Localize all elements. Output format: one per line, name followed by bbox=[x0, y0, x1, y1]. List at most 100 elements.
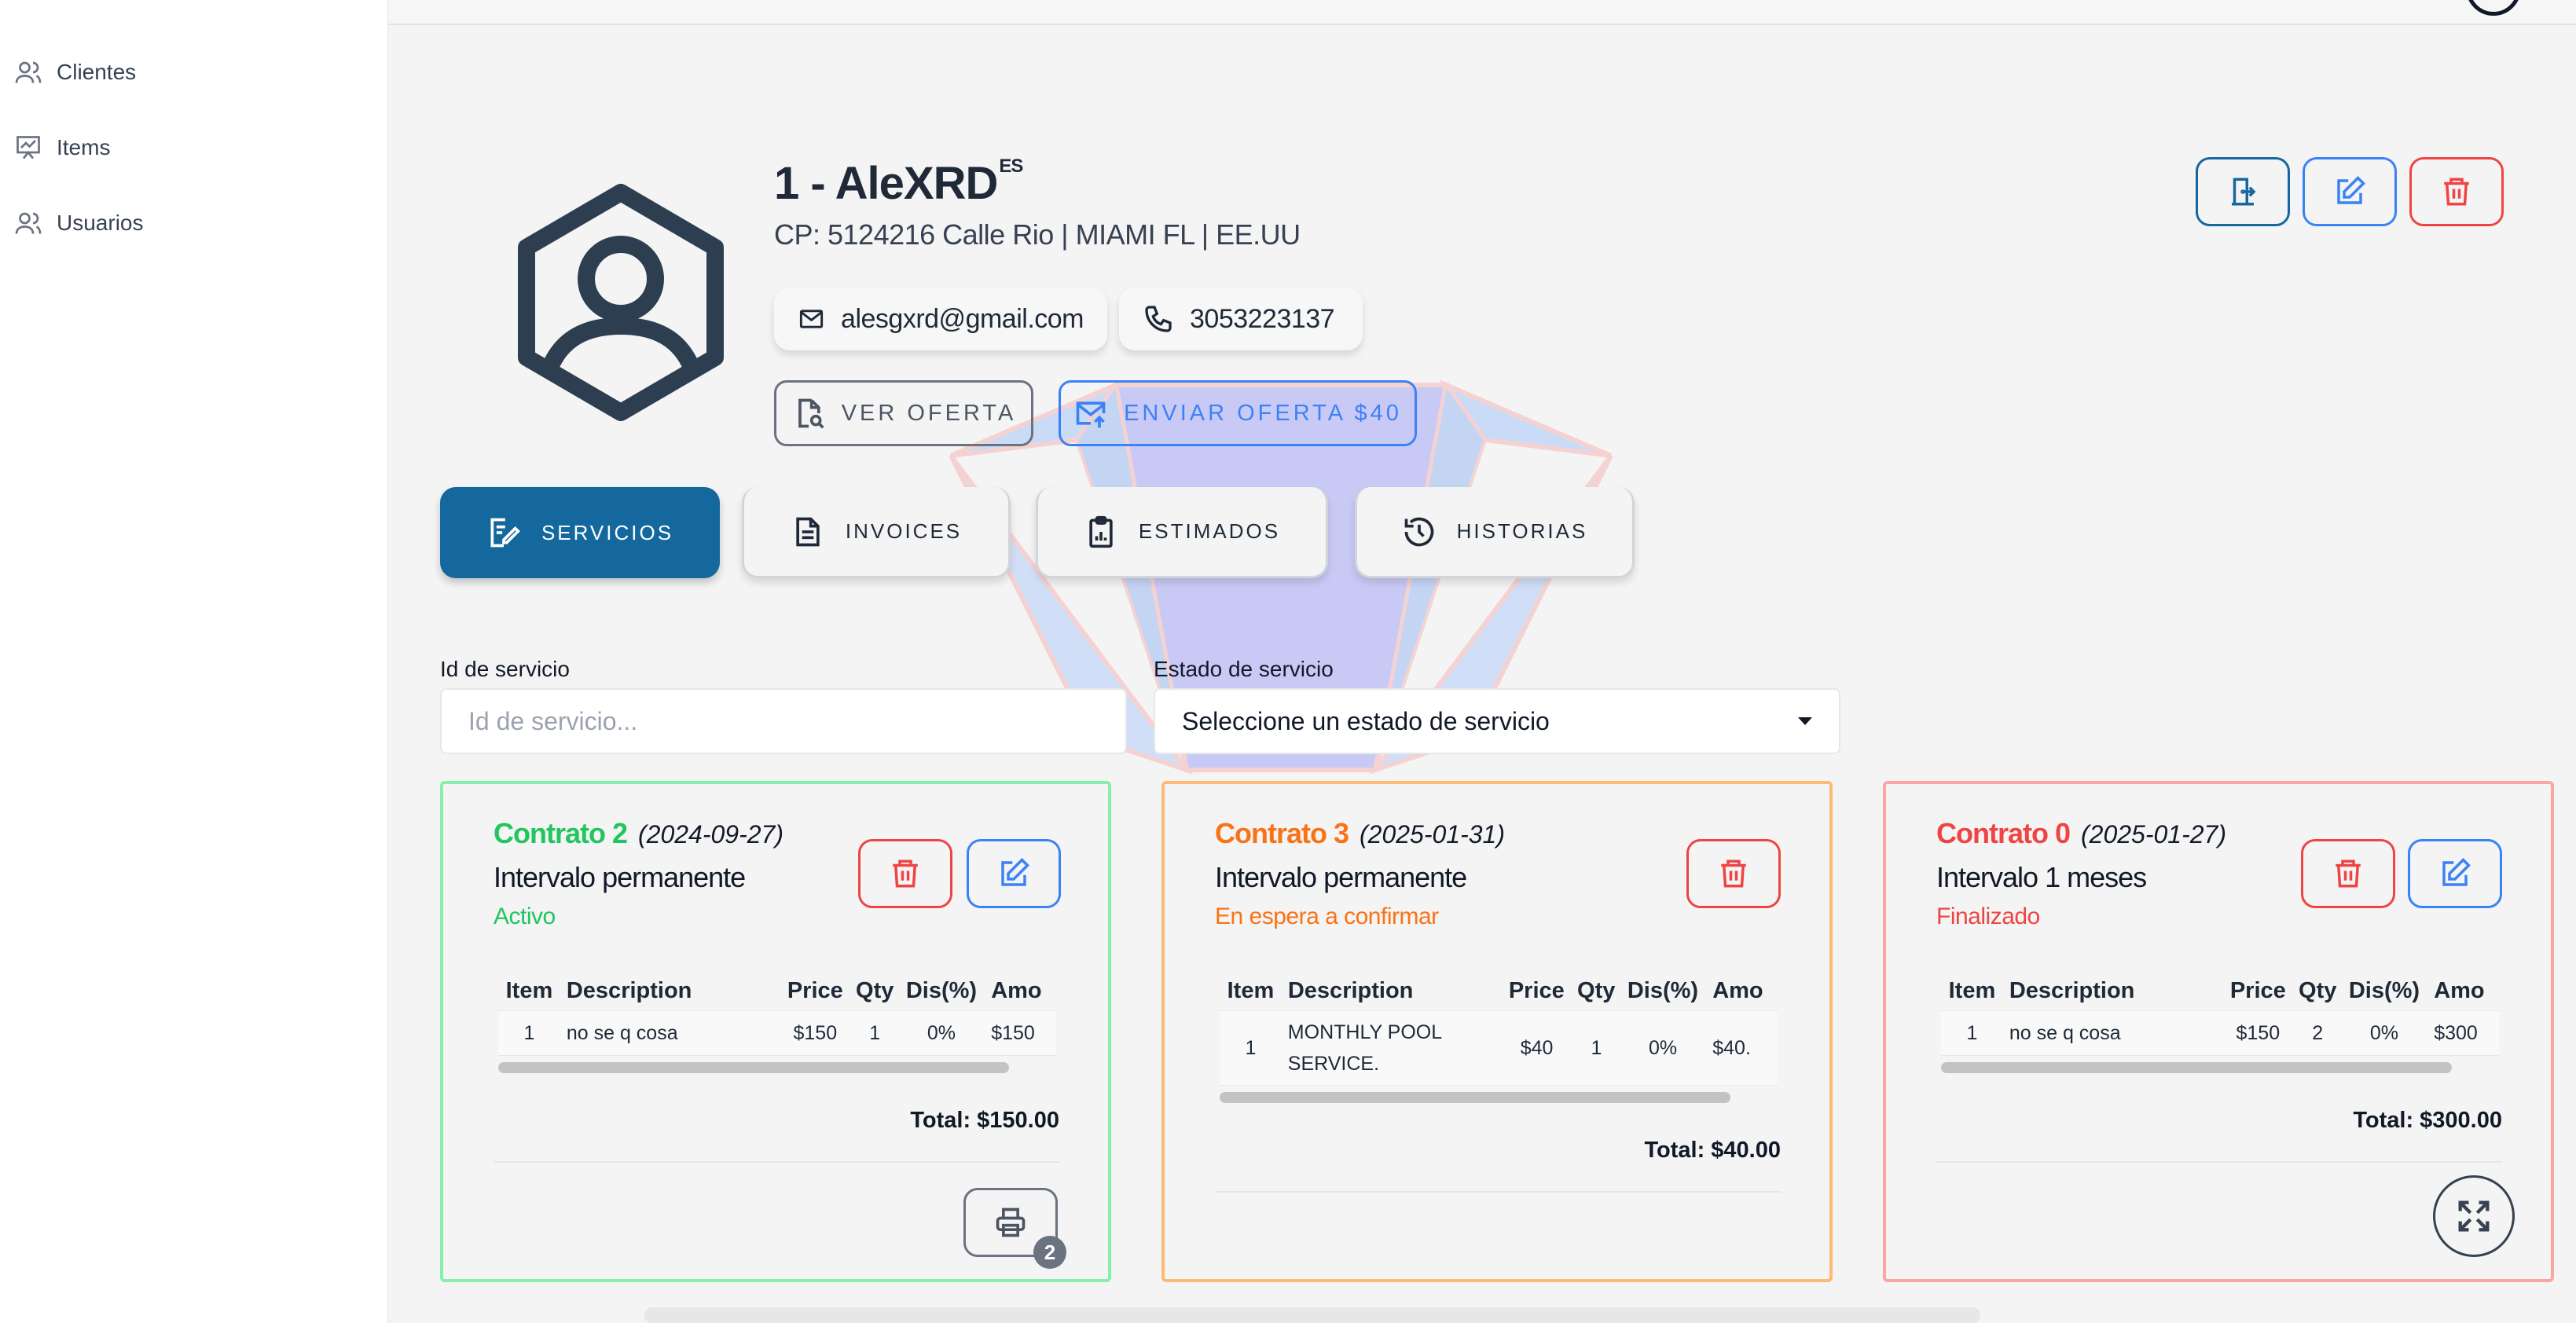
phone-icon bbox=[1145, 306, 1172, 332]
sidebar-item-label: Usuarios bbox=[57, 211, 144, 235]
contract-items-table: Item Description Price Qty Dis(%) Amo 1 … bbox=[498, 971, 1056, 1075]
delete-contract-button[interactable] bbox=[2301, 839, 2395, 908]
table-row: 1 MONTHLY POOL SERVICE. $40 1 0% $40. bbox=[1220, 1010, 1778, 1086]
estado-servicio-select[interactable]: Seleccione un estado de servicio bbox=[1154, 688, 1840, 754]
edit-document-icon bbox=[490, 518, 520, 548]
sidebar-item-items[interactable]: Items bbox=[14, 124, 110, 171]
contract-total: Total: $150.00 bbox=[910, 1108, 1059, 1133]
header-item: Item bbox=[1948, 977, 1996, 1003]
header-price: Price bbox=[2229, 977, 2286, 1003]
edit-icon bbox=[2442, 858, 2471, 886]
header-qty: Qty bbox=[2299, 977, 2337, 1003]
top-bar bbox=[388, 0, 2576, 25]
contract-title-text: Contrato 2 bbox=[494, 817, 628, 849]
email-pill[interactable]: alesgxrd@gmail.com bbox=[774, 288, 1107, 350]
cell-dis: 0% bbox=[1649, 1037, 1678, 1059]
history-icon bbox=[1404, 517, 1433, 546]
table-header-row: Item Description Price Qty Dis(%) Amo bbox=[1220, 971, 1778, 1010]
ver-oferta-label: VER OFERTA bbox=[841, 400, 1017, 426]
edit-icon bbox=[2337, 176, 2365, 204]
delete-client-button[interactable] bbox=[2409, 157, 2504, 226]
contract-status: Activo bbox=[494, 903, 556, 929]
contract-total: Total: $40.00 bbox=[1644, 1138, 1781, 1163]
header-amo: Amo bbox=[1712, 977, 1763, 1003]
enviar-oferta-button[interactable]: ENVIAR OFERTA $40 bbox=[1059, 380, 1417, 446]
file-text-icon bbox=[796, 517, 820, 546]
header-qty: Qty bbox=[856, 977, 894, 1003]
cell-item: 1 bbox=[1966, 1021, 1978, 1044]
print-contract-button[interactable]: 2 bbox=[963, 1188, 1066, 1269]
scrollbar-thumb[interactable] bbox=[1941, 1062, 2452, 1073]
header-description: Description bbox=[1287, 977, 1414, 1003]
users-icon bbox=[15, 61, 42, 83]
cell-dis: 0% bbox=[927, 1021, 956, 1044]
user-menu-icon[interactable] bbox=[2466, 0, 2521, 16]
clipboard-chart-icon bbox=[1089, 515, 1113, 548]
tab-label: HISTORIAS bbox=[1456, 519, 1588, 543]
mail-upload-icon bbox=[1076, 401, 1106, 428]
contract-items-table: Item Description Price Qty Dis(%) Amo 1 … bbox=[1941, 971, 2499, 1075]
cell-qty: 1 bbox=[869, 1021, 881, 1044]
edit-icon bbox=[1001, 858, 1029, 886]
header-dis: Dis(%) bbox=[2348, 977, 2420, 1003]
page-scrollbar[interactable] bbox=[644, 1307, 1980, 1323]
table-header-row: Item Description Price Qty Dis(%) Amo bbox=[1941, 971, 2499, 1010]
table-row: 1 no se q cosa $150 2 0% $300 bbox=[1941, 1010, 2499, 1056]
print-count-badge: 2 bbox=[1033, 1236, 1066, 1269]
tab-label: INVOICES bbox=[845, 519, 963, 543]
contract-title: Contrato 3 (2025-01-31) bbox=[1215, 817, 1505, 850]
contract-interval: Intervalo permanente bbox=[494, 861, 746, 893]
contract-date: (2025-01-31) bbox=[1360, 820, 1505, 848]
edit-contract-button[interactable] bbox=[2408, 839, 2502, 908]
table-header-row: Item Description Price Qty Dis(%) Amo bbox=[498, 971, 1056, 1010]
header-amo: Amo bbox=[991, 977, 1042, 1003]
header-dis: Dis(%) bbox=[905, 977, 978, 1003]
tab-servicios[interactable]: SERVICIOS bbox=[440, 487, 720, 578]
cell-price: $150 bbox=[793, 1021, 838, 1044]
cell-dis: 0% bbox=[2369, 1021, 2399, 1044]
trash-icon bbox=[893, 859, 918, 888]
tab-estimados[interactable]: ESTIMADOS bbox=[1036, 487, 1328, 578]
id-servicio-input[interactable] bbox=[440, 688, 1127, 754]
card-divider bbox=[494, 1161, 1059, 1163]
language-tag: ES bbox=[999, 156, 1023, 177]
contract-date: (2025-01-27) bbox=[2081, 820, 2226, 848]
delete-contract-button[interactable] bbox=[1686, 839, 1781, 908]
client-name: 1 - AleXRDES bbox=[774, 156, 1023, 210]
scrollbar-thumb[interactable] bbox=[498, 1062, 1009, 1073]
cell-item: 1 bbox=[1245, 1037, 1257, 1059]
tab-invoices[interactable]: INVOICES bbox=[742, 487, 1011, 578]
ver-oferta-button[interactable]: VER OFERTA bbox=[774, 380, 1033, 446]
contract-title-text: Contrato 0 bbox=[1936, 817, 2071, 849]
delete-contract-button[interactable] bbox=[858, 839, 952, 908]
edit-contract-button[interactable] bbox=[967, 839, 1061, 908]
horizontal-scrollbar[interactable] bbox=[1220, 1089, 1778, 1105]
scrollbar-thumb[interactable] bbox=[1220, 1092, 1730, 1103]
contract-status: Finalizado bbox=[1936, 903, 2040, 929]
tab-historias[interactable]: HISTORIAS bbox=[1355, 487, 1635, 578]
client-avatar-icon bbox=[518, 184, 724, 421]
enviar-oferta-label: ENVIAR OFERTA $40 bbox=[1124, 400, 1402, 426]
exit-client-button[interactable] bbox=[2196, 157, 2290, 226]
expand-arrows-icon bbox=[2458, 1200, 2490, 1232]
edit-client-button[interactable] bbox=[2303, 157, 2397, 226]
horizontal-scrollbar[interactable] bbox=[498, 1059, 1056, 1075]
sidebar-item-clientes[interactable]: Clientes bbox=[14, 49, 136, 96]
horizontal-scrollbar[interactable] bbox=[1941, 1059, 2499, 1075]
phone-text: 3053223137 bbox=[1190, 303, 1335, 334]
phone-pill[interactable]: 3053223137 bbox=[1119, 288, 1363, 350]
header-item: Item bbox=[505, 977, 553, 1003]
contract-interval: Intervalo permanente bbox=[1215, 861, 1467, 893]
chevron-down-icon bbox=[1798, 717, 1812, 725]
presentation-chart-icon bbox=[17, 136, 40, 159]
sidebar-item-usuarios[interactable]: Usuarios bbox=[14, 200, 143, 247]
tab-label: SERVICIOS bbox=[541, 520, 674, 544]
cell-qty: 1 bbox=[1591, 1037, 1602, 1059]
contract-card: Contrato 3 (2025-01-31) Intervalo permane… bbox=[1161, 781, 1833, 1282]
contract-title-text: Contrato 3 bbox=[1215, 817, 1349, 849]
cell-amo: $300 bbox=[2434, 1021, 2478, 1044]
fullscreen-toggle-button[interactable] bbox=[2433, 1175, 2515, 1257]
contract-date: (2024-09-27) bbox=[638, 820, 783, 848]
printer-icon bbox=[996, 1208, 1026, 1237]
cell-amo: $40. bbox=[1712, 1037, 1751, 1059]
